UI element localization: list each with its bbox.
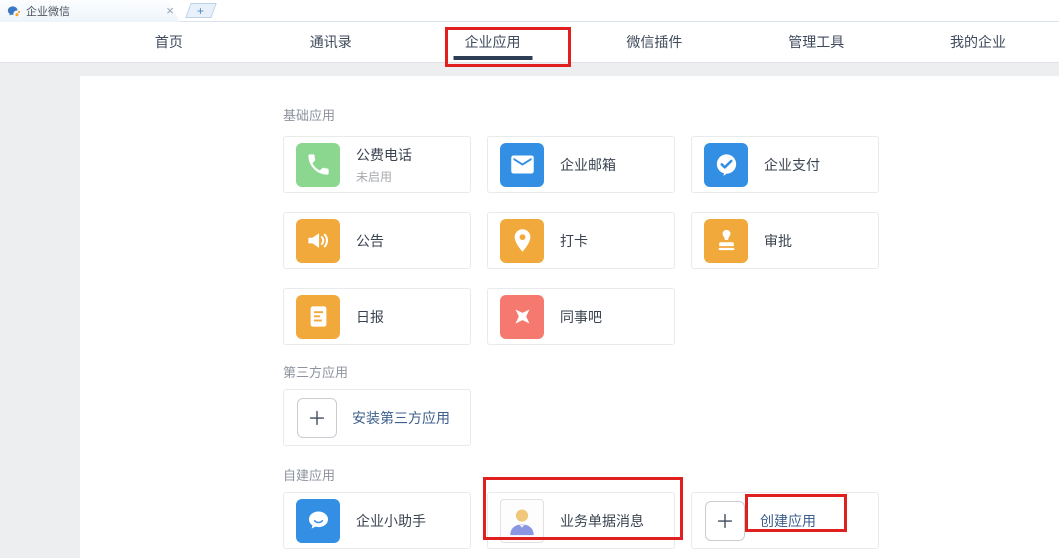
app-card-pay[interactable]: 企业支付 — [691, 136, 879, 193]
browser-tab[interactable]: 企业微信 — [0, 0, 180, 22]
app-name: 企业小助手 — [356, 511, 426, 531]
app-card-announcement[interactable]: 公告 — [283, 212, 471, 269]
app-name: 打卡 — [560, 231, 588, 251]
nav-item-wechat-plugin[interactable]: 微信插件 — [573, 22, 735, 62]
app-name: 业务单据消息 — [560, 511, 644, 531]
nav-item-admin-tools[interactable]: 管理工具 — [735, 22, 897, 62]
person-avatar-icon — [500, 499, 544, 543]
phone-icon — [296, 143, 340, 187]
nav-item-contacts[interactable]: 通讯录 — [250, 22, 412, 62]
nav-item-my-enterprise[interactable]: 我的企业 — [897, 22, 1059, 62]
apps-panel: 基础应用 公费电话 未启用 企业邮箱 企业支付 — [80, 76, 1059, 558]
app-name: 同事吧 — [560, 307, 602, 327]
install-third-party-label: 安装第三方应用 — [352, 408, 450, 428]
section-label-basic-apps: 基础应用 — [283, 105, 1059, 124]
section-label-third-party: 第三方应用 — [283, 362, 1059, 381]
app-card-paid-call[interactable]: 公费电话 未启用 — [283, 136, 471, 193]
document-lines-icon — [296, 295, 340, 339]
wechat-work-logo-icon — [6, 4, 21, 19]
install-third-party-card[interactable]: 安装第三方应用 — [283, 389, 471, 446]
mail-icon — [500, 143, 544, 187]
nav-item-home[interactable]: 首页 — [88, 22, 250, 62]
app-card-business-doc-message[interactable]: 业务单据消息 — [487, 492, 675, 549]
section-label-self-built: 自建应用 — [283, 465, 1059, 484]
app-name: 日报 — [356, 307, 384, 327]
app-status: 未启用 — [356, 168, 412, 185]
app-name: 企业邮箱 — [560, 155, 616, 175]
clover-star-icon — [500, 295, 544, 339]
pay-check-icon — [704, 143, 748, 187]
plus-icon: + — [197, 5, 204, 17]
app-name: 公告 — [356, 231, 384, 251]
app-card-daily-report[interactable]: 日报 — [283, 288, 471, 345]
app-card-mail[interactable]: 企业邮箱 — [487, 136, 675, 193]
self-built-apps-grid: 企业小助手 业务单据消息 创建应用 — [283, 492, 1059, 549]
stamp-icon — [704, 219, 748, 263]
app-name: 审批 — [764, 231, 792, 251]
active-tab-underline — [453, 56, 532, 60]
chat-bubble-icon — [296, 499, 340, 543]
create-app-label: 创建应用 — [760, 511, 816, 531]
plus-icon — [705, 501, 745, 541]
app-name: 公费电话 — [356, 145, 412, 165]
new-tab-button[interactable]: + — [185, 3, 216, 18]
app-card-colleague-bar[interactable]: 同事吧 — [487, 288, 675, 345]
tab-title: 企业微信 — [26, 3, 70, 19]
basic-apps-grid: 公费电话 未启用 企业邮箱 企业支付 公告 打卡 — [283, 136, 1059, 345]
create-app-card[interactable]: 创建应用 — [691, 492, 879, 549]
nav-item-enterprise-apps[interactable]: 企业应用 — [412, 22, 574, 62]
app-card-approval[interactable]: 审批 — [691, 212, 879, 269]
app-name: 企业支付 — [764, 155, 820, 175]
app-card-checkin[interactable]: 打卡 — [487, 212, 675, 269]
app-card-assistant[interactable]: 企业小助手 — [283, 492, 471, 549]
megaphone-icon — [296, 219, 340, 263]
tab-close-icon[interactable]: × — [162, 1, 178, 20]
top-navbar: 首页 通讯录 企业应用 微信插件 管理工具 我的企业 — [0, 22, 1059, 63]
location-pin-icon — [500, 219, 544, 263]
plus-icon — [297, 398, 337, 438]
browser-tab-strip: 企业微信 × + — [0, 0, 1059, 22]
